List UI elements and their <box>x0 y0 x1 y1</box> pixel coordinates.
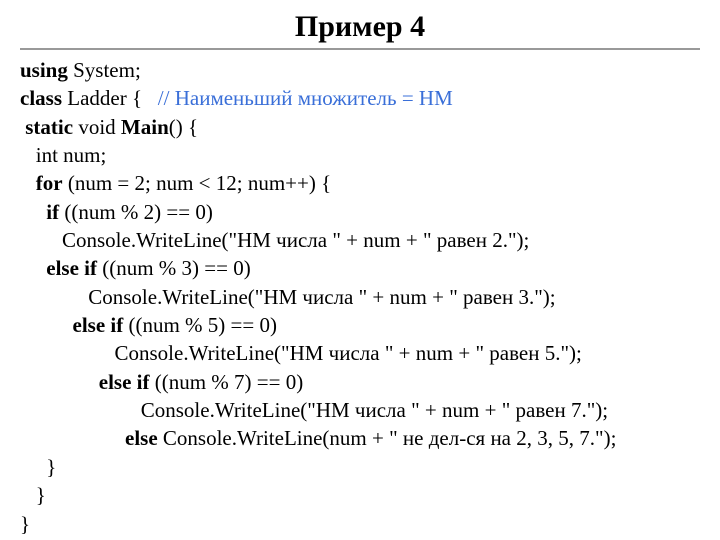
code-text: } <box>20 512 30 536</box>
code-text <box>20 426 125 450</box>
code-text: ((num % 7) == 0) <box>149 370 303 394</box>
code-text: System; <box>68 58 141 82</box>
kw-for: for <box>36 171 63 195</box>
code-text: ((num % 3) == 0) <box>97 256 251 280</box>
code-text: } <box>20 455 56 479</box>
code-text <box>20 171 36 195</box>
code-text: void <box>73 115 121 139</box>
code-text <box>20 256 46 280</box>
code-text <box>20 370 99 394</box>
code-text: ((num % 2) == 0) <box>59 200 213 224</box>
code-text: int num; <box>20 143 106 167</box>
code-text: Console.WriteLine("HM числа " + num + " … <box>20 285 556 309</box>
code-text: Console.WriteLine("HM числа " + num + " … <box>20 228 529 252</box>
code-text: () { <box>169 115 198 139</box>
kw-elseif: else if <box>73 313 124 337</box>
code-text: Console.WriteLine("HM числа " + num + " … <box>20 341 582 365</box>
code-text: } <box>20 483 46 507</box>
slide: Пример 4 using System; class Ladder { //… <box>0 0 720 540</box>
kw-static: static <box>25 115 73 139</box>
code-text <box>20 313 73 337</box>
code-block: using System; class Ladder { // Наименьш… <box>20 56 700 538</box>
kw-elseif: else if <box>99 370 150 394</box>
code-text <box>20 200 46 224</box>
kw-if: if <box>46 200 59 224</box>
kw-using: using <box>20 58 68 82</box>
code-text: (num = 2; num < 12; num++) { <box>63 171 332 195</box>
title-divider <box>20 48 700 50</box>
code-text: ((num % 5) == 0) <box>123 313 277 337</box>
code-text: Console.WriteLine("HM числа " + num + " … <box>20 398 608 422</box>
code-text: Console.WriteLine(num + " не дел-ся на 2… <box>158 426 617 450</box>
kw-main: Main <box>121 115 169 139</box>
kw-class: class <box>20 86 62 110</box>
page-title: Пример 4 <box>20 10 700 44</box>
code-comment: // Наименьший множитель = НМ <box>158 86 453 110</box>
code-text: Ladder { <box>62 86 158 110</box>
kw-elseif: else if <box>46 256 97 280</box>
kw-else: else <box>125 426 158 450</box>
